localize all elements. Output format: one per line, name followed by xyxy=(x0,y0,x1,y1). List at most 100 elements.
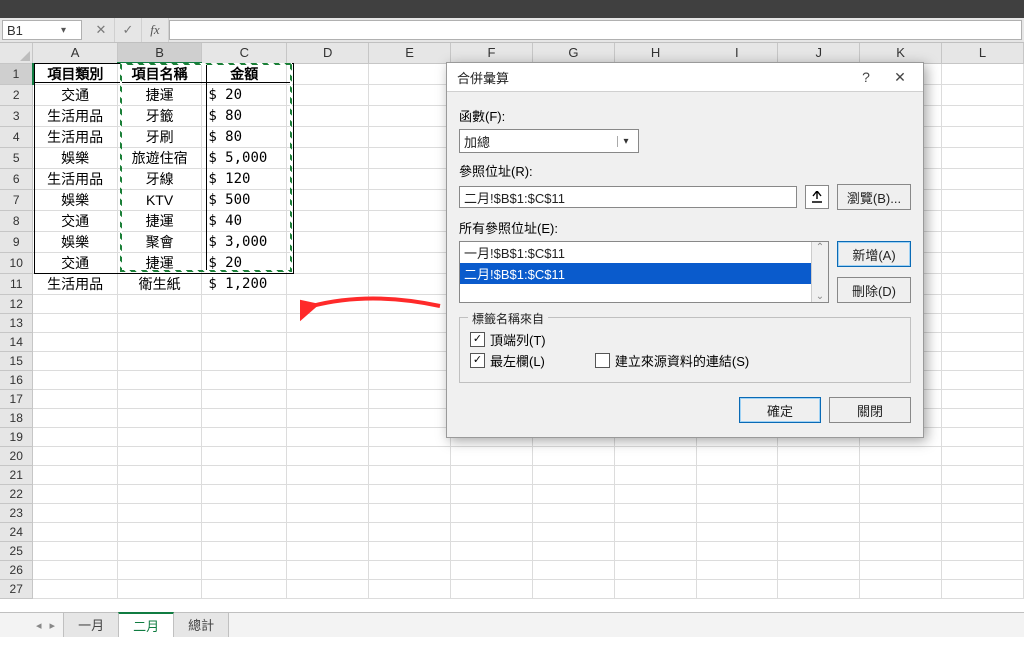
column-header[interactable]: L xyxy=(942,43,1024,63)
cell[interactable]: $ 20 xyxy=(202,253,287,274)
cell[interactable]: 捷運 xyxy=(117,211,201,232)
cell[interactable] xyxy=(202,561,287,580)
cell[interactable] xyxy=(532,485,614,504)
cell[interactable] xyxy=(287,314,369,333)
browse-button[interactable]: 瀏覽(B)... xyxy=(837,184,911,210)
cell[interactable] xyxy=(696,523,778,542)
cell[interactable] xyxy=(202,523,287,542)
cell[interactable] xyxy=(287,211,369,232)
tab-nav-last-icon[interactable]: ▸ xyxy=(48,619,58,632)
cell[interactable] xyxy=(532,542,614,561)
cell[interactable] xyxy=(369,371,451,390)
cell[interactable]: 牙籤 xyxy=(117,106,201,127)
cell[interactable] xyxy=(860,542,942,561)
cell[interactable] xyxy=(287,428,369,447)
cell[interactable] xyxy=(451,580,533,599)
cell[interactable] xyxy=(369,542,451,561)
row-header[interactable]: 14 xyxy=(0,333,33,352)
cell[interactable] xyxy=(369,106,451,127)
cell[interactable] xyxy=(942,232,1024,253)
cell[interactable]: $ 1,200 xyxy=(202,274,287,295)
cell[interactable] xyxy=(287,333,369,352)
cell[interactable] xyxy=(696,504,778,523)
cell[interactable] xyxy=(287,253,369,274)
cell[interactable] xyxy=(202,333,287,352)
cell[interactable] xyxy=(287,148,369,169)
cell[interactable] xyxy=(942,127,1024,148)
cell[interactable]: 生活用品 xyxy=(33,127,117,148)
row-header[interactable]: 5 xyxy=(0,148,33,169)
collapse-dialog-button[interactable] xyxy=(805,185,829,209)
row-header[interactable]: 27 xyxy=(0,580,33,599)
cell[interactable] xyxy=(532,504,614,523)
dialog-help-button[interactable]: ? xyxy=(849,63,883,91)
cell[interactable] xyxy=(696,561,778,580)
name-box-dropdown-icon[interactable]: ▾ xyxy=(42,25,81,36)
cell[interactable]: $ 500 xyxy=(202,190,287,211)
cell[interactable] xyxy=(287,371,369,390)
cell[interactable]: 娛樂 xyxy=(33,190,117,211)
cell[interactable] xyxy=(287,542,369,561)
cell[interactable] xyxy=(696,485,778,504)
cell[interactable]: 捷運 xyxy=(117,85,201,106)
cell[interactable] xyxy=(287,561,369,580)
cell[interactable] xyxy=(369,63,451,85)
row-header[interactable]: 10 xyxy=(0,253,33,274)
column-header[interactable]: K xyxy=(860,43,942,63)
cell[interactable] xyxy=(287,169,369,190)
row-header[interactable]: 13 xyxy=(0,314,33,333)
row-header[interactable]: 11 xyxy=(0,274,33,295)
cell[interactable] xyxy=(778,485,860,504)
cell[interactable]: $ 80 xyxy=(202,106,287,127)
cell[interactable] xyxy=(942,561,1024,580)
cell[interactable] xyxy=(117,561,201,580)
cell[interactable] xyxy=(202,447,287,466)
column-header[interactable]: C xyxy=(202,43,287,63)
cell[interactable] xyxy=(451,447,533,466)
cell[interactable] xyxy=(369,314,451,333)
row-header[interactable]: 7 xyxy=(0,190,33,211)
cell[interactable] xyxy=(860,504,942,523)
cell[interactable] xyxy=(33,295,117,314)
cell[interactable] xyxy=(942,485,1024,504)
column-header[interactable]: B xyxy=(117,43,201,63)
cell[interactable] xyxy=(860,447,942,466)
cell[interactable] xyxy=(942,106,1024,127)
cell[interactable]: $ 3,000 xyxy=(202,232,287,253)
cell[interactable] xyxy=(942,580,1024,599)
sheet-tab-nav[interactable]: ◂ ▸ xyxy=(34,613,57,637)
cell[interactable] xyxy=(614,447,696,466)
cell[interactable]: 娛樂 xyxy=(33,148,117,169)
cell[interactable] xyxy=(860,485,942,504)
cell[interactable] xyxy=(287,580,369,599)
listbox-scrollbar[interactable]: ⌃⌄ xyxy=(811,242,828,302)
cell[interactable] xyxy=(369,253,451,274)
cell[interactable] xyxy=(614,485,696,504)
cell[interactable] xyxy=(451,561,533,580)
cell[interactable] xyxy=(287,447,369,466)
cell[interactable] xyxy=(778,523,860,542)
ok-button[interactable]: 確定 xyxy=(739,397,821,423)
cell[interactable] xyxy=(942,390,1024,409)
cell[interactable] xyxy=(117,485,201,504)
cell[interactable] xyxy=(202,295,287,314)
cell[interactable] xyxy=(369,127,451,148)
cell[interactable]: 娛樂 xyxy=(33,232,117,253)
create-links-checkbox[interactable]: 建立來源資料的連結(S) xyxy=(595,351,749,370)
cell[interactable] xyxy=(287,106,369,127)
cell[interactable] xyxy=(117,295,201,314)
cell[interactable] xyxy=(369,333,451,352)
cell[interactable] xyxy=(202,485,287,504)
cell[interactable] xyxy=(287,127,369,148)
cell[interactable]: KTV xyxy=(117,190,201,211)
reference-list-item[interactable]: 一月!$B$1:$C$11 xyxy=(460,242,828,263)
cell[interactable] xyxy=(287,295,369,314)
cell[interactable] xyxy=(451,485,533,504)
select-all-corner[interactable] xyxy=(0,43,33,63)
cell[interactable]: 牙刷 xyxy=(117,127,201,148)
cell[interactable] xyxy=(369,352,451,371)
cell[interactable]: $ 120 xyxy=(202,169,287,190)
cell[interactable] xyxy=(860,580,942,599)
cell[interactable] xyxy=(33,314,117,333)
cell[interactable]: 交通 xyxy=(33,253,117,274)
